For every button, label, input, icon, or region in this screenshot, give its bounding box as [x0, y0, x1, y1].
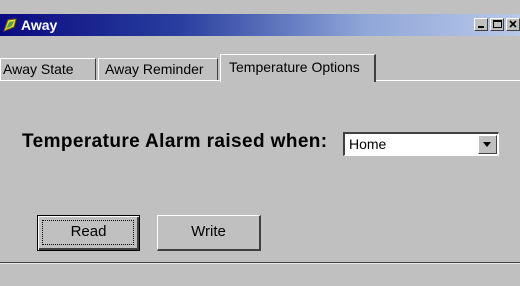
tab-away-reminder[interactable]: Away Reminder [98, 58, 218, 80]
chevron-down-icon [483, 142, 491, 147]
write-button[interactable]: Write [157, 215, 261, 251]
title-bar[interactable]: Away [0, 14, 520, 36]
select-value: Home [349, 136, 387, 152]
close-button[interactable] [506, 18, 520, 31]
tab-label: Temperature Options [229, 59, 360, 75]
minimize-icon [478, 26, 484, 28]
maximize-icon [493, 20, 502, 28]
away-window: Away Away State Away Reminder Temperatur… [0, 0, 520, 286]
read-button[interactable]: Read [37, 215, 140, 251]
maximize-button[interactable] [490, 18, 504, 31]
alarm-condition-label: Temperature Alarm raised when: [22, 131, 328, 152]
bottom-divider-highlight [0, 263, 520, 264]
alarm-condition-select[interactable]: Home [343, 132, 499, 156]
tab-temperature-options[interactable]: Temperature Options [220, 54, 376, 82]
tab-away-state[interactable]: Away State [0, 58, 96, 80]
minimize-button[interactable] [474, 18, 488, 31]
tab-label: Away State [3, 61, 74, 77]
app-icon[interactable] [2, 17, 18, 33]
read-button-label: Read [70, 223, 107, 240]
close-icon [509, 20, 517, 28]
window-title: Away [21, 17, 58, 33]
tab-label: Away Reminder [105, 61, 204, 77]
dropdown-button[interactable] [478, 135, 497, 154]
write-button-label: Write [191, 223, 226, 240]
